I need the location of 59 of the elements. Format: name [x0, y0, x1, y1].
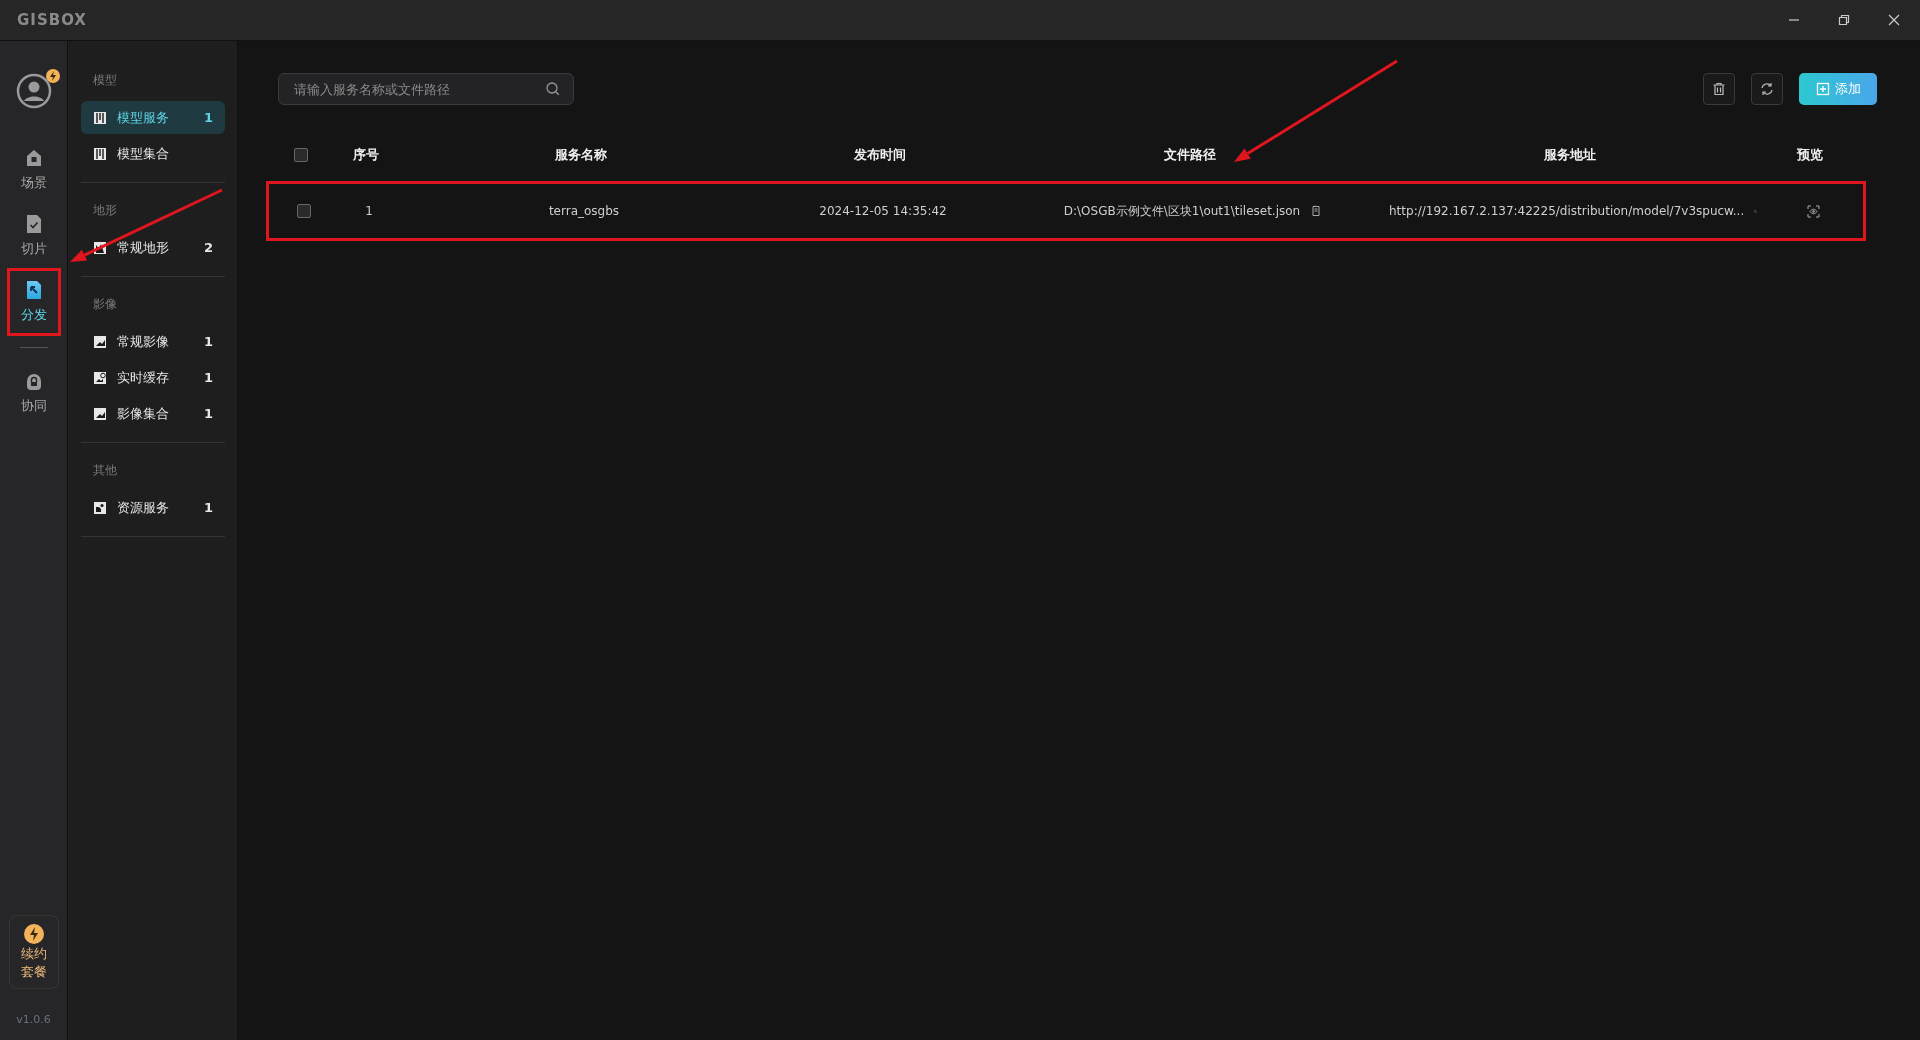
- trash-icon: [1712, 82, 1726, 96]
- column-header: 服务地址: [1544, 146, 1596, 164]
- count-label: 1: [203, 500, 213, 515]
- table-cell: terra_osgbs: [548, 204, 620, 218]
- count-label: 1: [203, 110, 213, 125]
- table-cell: D:\OSGB示例文件\区块1\out1\tileset.json: [1063, 202, 1301, 220]
- table-cell: http://192.167.2.137:42225/distribution/model/7v3spucw...: [1389, 204, 1745, 218]
- rail-item[interactable]: 协同: [7, 360, 60, 426]
- image-icon: [93, 406, 107, 421]
- lightning-icon: [23, 924, 44, 944]
- app-logo: GISBOX: [17, 11, 87, 29]
- search-field[interactable]: 请输入服务名称或文件路径: [278, 73, 574, 105]
- model-icon: [93, 146, 107, 161]
- column-header: 发布时间: [854, 146, 906, 164]
- add-icon: [1815, 82, 1830, 96]
- nav-item[interactable]: 影像集合 1: [81, 397, 225, 430]
- renew-plan-button[interactable]: 续约 套餐: [8, 915, 59, 989]
- column-header: 预览: [1797, 146, 1823, 164]
- model-icon: [93, 110, 107, 125]
- row-checkbox[interactable]: [297, 204, 311, 218]
- rail-item[interactable]: 切片: [7, 203, 60, 269]
- section-heading: 影像: [92, 297, 118, 311]
- column-header: 序号: [353, 146, 379, 164]
- image-icon: [93, 334, 107, 349]
- section-heading: 其他: [92, 463, 118, 477]
- column-header: 服务名称: [555, 146, 607, 164]
- refresh-icon: [1760, 82, 1774, 96]
- image-icon: [93, 500, 107, 515]
- nav-item[interactable]: 常规影像 1: [81, 325, 225, 358]
- section-heading: 地形: [92, 203, 118, 217]
- section-heading: 模型: [92, 73, 118, 87]
- version-label: v1.0.6: [16, 1013, 51, 1026]
- rail-item[interactable]: 分发: [7, 269, 60, 335]
- select-all-checkbox[interactable]: [294, 148, 308, 162]
- renew-label: 套餐: [20, 963, 47, 980]
- lightning-badge-icon: [45, 69, 60, 83]
- nav-item[interactable]: 模型服务 1: [81, 101, 225, 134]
- refresh-button[interactable]: [1751, 73, 1783, 105]
- delete-button[interactable]: [1703, 73, 1735, 105]
- table-cell: 1: [365, 204, 373, 218]
- search-icon[interactable]: [546, 82, 560, 96]
- count-label: 1: [203, 406, 213, 421]
- restore-icon[interactable]: [1838, 14, 1850, 26]
- nav-item[interactable]: 实时缓存 1: [81, 361, 225, 394]
- renew-label: 续约: [20, 945, 47, 962]
- document-icon[interactable]: [1310, 204, 1323, 218]
- nav-item[interactable]: 模型集合: [81, 137, 225, 170]
- preview-icon[interactable]: [1806, 204, 1820, 218]
- close-icon[interactable]: [1888, 14, 1900, 26]
- table-cell: 2024-12-05 14:35:42: [819, 204, 947, 218]
- nav-item[interactable]: 常规地形 2: [81, 231, 225, 264]
- nav-item[interactable]: 资源服务 1: [81, 491, 225, 524]
- count-label: 2: [203, 240, 213, 255]
- count-label: 1: [203, 334, 213, 349]
- rail-item[interactable]: 场景: [7, 137, 60, 203]
- count-label: 1: [203, 370, 213, 385]
- column-header: 文件路径: [1164, 146, 1216, 164]
- avatar-icon[interactable]: [15, 73, 52, 109]
- image-clock-icon: [93, 370, 107, 385]
